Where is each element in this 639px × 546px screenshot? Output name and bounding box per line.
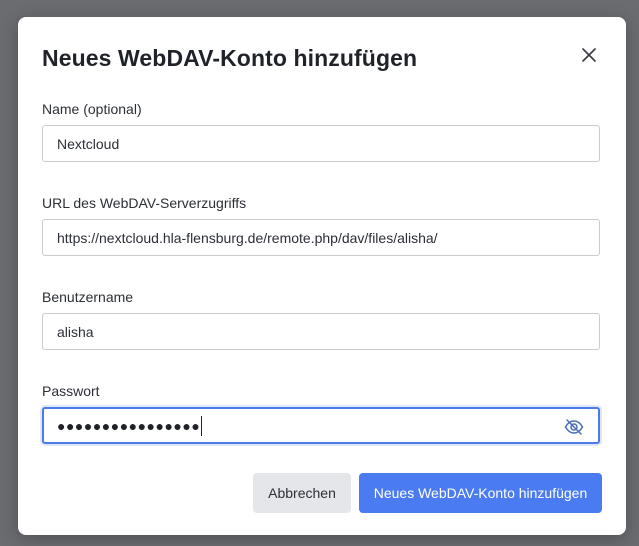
url-input[interactable] — [42, 219, 600, 256]
password-label: Passwort — [42, 383, 100, 399]
cancel-button[interactable]: Abbrechen — [253, 473, 351, 513]
url-label: URL des WebDAV-Serverzugriffs — [42, 195, 247, 211]
password-input[interactable]: ●●●●●●●●●●●●●●●● — [42, 407, 600, 444]
dialog-title: Neues WebDAV-Konto hinzufügen — [42, 45, 418, 71]
close-button[interactable] — [578, 44, 600, 66]
add-webdav-account-dialog: Neues WebDAV-Konto hinzufügen Name (opti… — [18, 17, 626, 535]
close-icon — [582, 48, 596, 62]
eye-slash-icon[interactable] — [564, 417, 584, 437]
username-input[interactable] — [42, 313, 600, 350]
text-caret — [201, 415, 203, 436]
name-label: Name (optional) — [42, 101, 142, 117]
name-input[interactable] — [42, 125, 600, 162]
add-account-button[interactable]: Neues WebDAV-Konto hinzufügen — [359, 473, 602, 513]
username-label: Benutzername — [42, 289, 134, 305]
password-masked-value: ●●●●●●●●●●●●●●●● — [57, 417, 201, 434]
